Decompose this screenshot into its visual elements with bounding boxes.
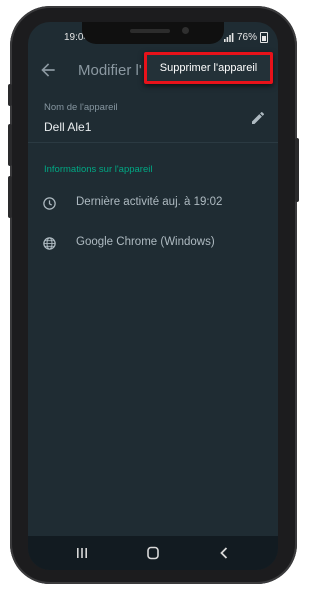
back-icon[interactable] <box>214 545 234 561</box>
section-title: Informations sur l'appareil <box>44 164 153 175</box>
last-activity-row: Dernière activité auj. à 19:02 <box>28 184 278 224</box>
battery-percent: 76% <box>236 32 257 43</box>
signal-icon <box>223 33 234 42</box>
side-button <box>295 138 299 202</box>
side-button <box>8 176 12 218</box>
system-nav-bar <box>28 536 278 570</box>
side-button <box>8 84 12 106</box>
last-activity-text: Dernière activité auj. à 19:02 <box>76 196 223 208</box>
recent-apps-icon[interactable] <box>72 545 92 561</box>
device-name-field[interactable]: Nom de l'appareil Dell Ale1 <box>28 94 278 143</box>
screen: 19:04 76% Modifier l' Supprimer l'appare… <box>28 22 278 570</box>
front-camera <box>182 27 189 34</box>
globe-icon <box>43 237 56 250</box>
delete-device-button[interactable]: Supprimer l'appareil <box>144 52 273 84</box>
device-name-value: Dell Ale1 <box>44 120 92 134</box>
clock-icon <box>43 197 56 210</box>
battery-icon <box>260 32 268 43</box>
camera-notch <box>82 22 224 44</box>
speaker <box>130 29 170 33</box>
page-title: Modifier l' <box>78 62 142 79</box>
browser-row: Google Chrome (Windows) <box>28 224 278 264</box>
app-bar: Modifier l' Supprimer l'appareil <box>28 52 278 92</box>
back-arrow-icon[interactable] <box>38 60 58 80</box>
side-button <box>8 124 12 166</box>
home-icon[interactable] <box>143 545 163 561</box>
pencil-icon[interactable] <box>250 110 266 126</box>
browser-text: Google Chrome (Windows) <box>76 236 215 248</box>
status-icons: 76% <box>223 32 268 43</box>
device-name-label: Nom de l'appareil <box>44 102 118 113</box>
